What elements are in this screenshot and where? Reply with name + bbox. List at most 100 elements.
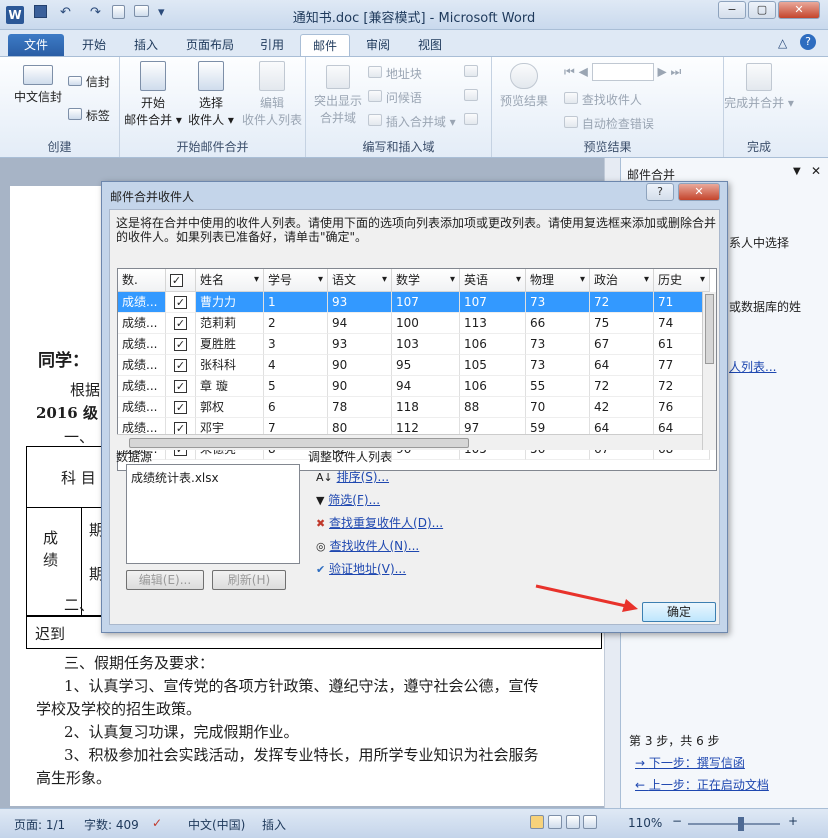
insert-mode-status[interactable]: 插入 — [262, 816, 286, 833]
tab-review[interactable]: 审阅 — [356, 34, 400, 56]
record-navigation[interactable]: ⏮ ◀ ▶ ⏭ — [564, 63, 681, 81]
horizontal-scrollbar[interactable] — [117, 434, 702, 450]
zoom-out-button[interactable]: − — [672, 814, 682, 828]
ok-button[interactable]: 确定 — [642, 602, 716, 622]
insert-merge-field-button[interactable]: 插入合并域 ▾ — [368, 113, 456, 130]
dropdown-arrow-icon[interactable]: ▾ — [382, 269, 387, 291]
table-cell[interactable]: 94 — [328, 313, 392, 334]
find-recipient-button[interactable]: 查找收件人 — [564, 91, 642, 108]
refresh-datasource-button[interactable]: 刷新(H) — [212, 570, 286, 590]
start-mail-merge-button[interactable]: 开始 邮件合并 ▾ — [124, 61, 182, 128]
table-cell[interactable]: 75 — [590, 313, 654, 334]
edit-datasource-button[interactable]: 编辑(E)... — [126, 570, 204, 590]
table-cell[interactable]: 93 — [328, 334, 392, 355]
column-header[interactable]: ✓ — [166, 269, 196, 292]
table-cell[interactable]: 118 — [392, 397, 460, 418]
update-labels-icon[interactable] — [464, 113, 478, 128]
match-fields-icon[interactable] — [464, 89, 478, 104]
table-cell[interactable]: 72 — [590, 376, 654, 397]
record-number-input[interactable] — [591, 63, 654, 81]
chevron-down-icon[interactable]: ▼ — [793, 166, 801, 177]
dialog-close-button[interactable]: ✕ — [678, 183, 720, 201]
table-cell[interactable]: 2 — [264, 313, 328, 334]
dropdown-arrow-icon[interactable]: ▾ — [580, 269, 585, 291]
select-all-checkbox[interactable]: ✓ — [170, 274, 183, 287]
validate-addresses-link[interactable]: ✔ 验证地址(V)... — [316, 560, 406, 577]
envelope-button[interactable]: 信封 — [68, 73, 110, 90]
table-cell[interactable]: 73 — [526, 334, 590, 355]
table-cell[interactable]: 6 — [264, 397, 328, 418]
auto-check-errors-button[interactable]: 自动检查错误 — [564, 115, 654, 132]
preview-results-button[interactable]: 预览结果 — [496, 63, 552, 109]
datasource-list[interactable]: 成绩统计表.xlsx — [126, 464, 300, 564]
sort-link[interactable]: A↓ 排序(S)... — [316, 468, 389, 485]
recipient-checkbox[interactable]: ✓ — [174, 317, 187, 330]
table-cell[interactable]: 夏胜胜 — [196, 334, 264, 355]
column-header[interactable]: 学号 ▾ — [264, 269, 328, 292]
dropdown-arrow-icon[interactable]: ▾ — [644, 269, 649, 291]
table-cell[interactable]: 100 — [392, 313, 460, 334]
find-duplicates-link[interactable]: ✖ 查找重复收件人(D)... — [316, 514, 443, 531]
web-layout-icon[interactable] — [565, 815, 580, 829]
dialog-help-button[interactable]: ? — [646, 183, 674, 201]
column-header[interactable]: 政治 ▾ — [590, 269, 654, 292]
table-cell[interactable]: 88 — [460, 397, 526, 418]
dropdown-arrow-icon[interactable]: ▾ — [450, 269, 455, 291]
table-cell[interactable]: 章 璇 — [196, 376, 264, 397]
table-cell[interactable]: 成绩... — [118, 355, 166, 376]
recipient-checkbox[interactable]: ✓ — [174, 359, 187, 372]
column-header[interactable]: 物理 ▾ — [526, 269, 590, 292]
table-cell[interactable]: 106 — [460, 334, 526, 355]
zoom-slider[interactable] — [688, 823, 780, 825]
table-cell[interactable]: 成绩... — [118, 292, 166, 313]
scrollbar-thumb[interactable] — [129, 438, 469, 448]
page-count[interactable]: 页面: 1/1 — [14, 816, 65, 833]
recipient-checkbox-cell[interactable]: ✓ — [166, 397, 196, 418]
dropdown-arrow-icon[interactable]: ▾ — [318, 269, 323, 291]
table-cell[interactable]: 4 — [264, 355, 328, 376]
recipient-checkbox-cell[interactable]: ✓ — [166, 292, 196, 313]
table-cell[interactable]: 64 — [590, 355, 654, 376]
select-recipients-button[interactable]: 选择 收件人 ▾ — [182, 61, 240, 128]
table-cell[interactable]: 94 — [392, 376, 460, 397]
table-cell[interactable]: 105 — [460, 355, 526, 376]
edit-recipient-list-button[interactable]: 编辑 收件人列表 — [240, 61, 304, 128]
zoom-slider-thumb[interactable] — [738, 817, 744, 831]
recipient-checkbox-cell[interactable]: ✓ — [166, 376, 196, 397]
tab-home[interactable]: 开始 — [72, 34, 116, 56]
recipient-checkbox-cell[interactable]: ✓ — [166, 313, 196, 334]
find-recipient-link[interactable]: ◎ 查找收件人(N)... — [316, 537, 419, 554]
rules-icon[interactable] — [464, 65, 478, 80]
chinese-envelope-button[interactable]: 中文信封 — [10, 65, 66, 105]
tab-page-layout[interactable]: 页面布局 — [178, 34, 242, 56]
print-layout-icon[interactable] — [530, 815, 544, 829]
table-cell[interactable]: 曹力力 — [196, 292, 264, 313]
zoom-in-button[interactable]: + — [788, 814, 798, 828]
table-cell[interactable]: 78 — [328, 397, 392, 418]
labels-button[interactable]: 标签 — [68, 107, 110, 124]
recipient-checkbox[interactable]: ✓ — [174, 296, 187, 309]
tab-file[interactable]: 文件 — [8, 34, 64, 56]
view-buttons[interactable] — [530, 815, 612, 831]
close-button[interactable]: ✕ — [778, 1, 820, 19]
close-icon[interactable]: ✕ — [811, 164, 821, 178]
next-step-link[interactable]: → 下一步：撰写信函 — [635, 754, 745, 771]
recipient-checkbox-cell[interactable]: ✓ — [166, 334, 196, 355]
table-cell[interactable]: 113 — [460, 313, 526, 334]
minimize-button[interactable]: − — [718, 1, 746, 19]
column-header[interactable]: 英语 ▾ — [460, 269, 526, 292]
grid-vertical-scrollbar[interactable] — [702, 292, 716, 450]
finish-merge-button[interactable]: 完成并合并 ▾ — [724, 63, 794, 111]
outline-icon[interactable] — [583, 815, 598, 829]
dropdown-arrow-icon[interactable]: ▾ — [254, 269, 259, 291]
proofing-icon[interactable]: ✓ — [152, 816, 162, 830]
column-header[interactable]: 数学 ▾ — [392, 269, 460, 292]
greeting-line-button[interactable]: 问候语 — [368, 89, 422, 106]
language-status[interactable]: 中文(中国) — [188, 816, 245, 833]
table-cell[interactable]: 106 — [460, 376, 526, 397]
table-cell[interactable]: 103 — [392, 334, 460, 355]
dropdown-arrow-icon[interactable]: ▾ — [516, 269, 521, 291]
table-cell[interactable]: 42 — [590, 397, 654, 418]
table-cell[interactable]: 107 — [392, 292, 460, 313]
tab-references[interactable]: 引用 — [250, 34, 294, 56]
